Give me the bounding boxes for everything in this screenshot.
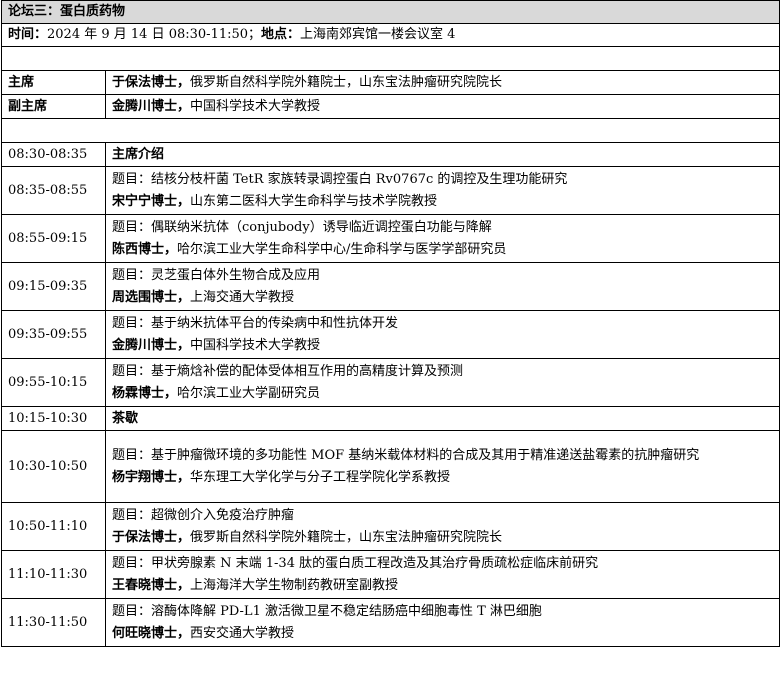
speaker-affiliation: 俄罗斯自然科学院外籍院士，山东宝法肿瘤研究院院长	[190, 529, 503, 545]
schedule-row: 10:30-10:50 题目：基于肿瘤微环境的多功能性 MOF 基纳米载体材料的…	[1, 430, 780, 503]
speaker-affiliation: 华东理工大学化学与分子工程学院化学系教授	[190, 469, 451, 485]
schedule-row: 10:15-10:30 茶歇	[1, 406, 780, 431]
speaker-affiliation: 山东第二医科大学生命科学与技术学院教授	[190, 193, 438, 209]
slot-time: 09:55-10:15	[1, 358, 106, 407]
speaker-name: 王春晓博士，	[112, 577, 191, 593]
talk-topic: 题目：灵芝蛋白体外生物合成及应用	[112, 267, 321, 283]
speaker-affiliation: 哈尔滨工业大学副研究员	[177, 385, 321, 401]
chair-desc: 俄罗斯自然科学院外籍院士，山东宝法肿瘤研究院院长	[190, 74, 503, 90]
speaker-affiliation: 哈尔滨工业大学生命科学中心/生命科学与医学学部研究员	[177, 241, 507, 257]
time-label: 时间：	[8, 27, 48, 42]
schedule-row: 08:55-09:15 题目：偶联纳米抗体（conjubody）诱导临近调控蛋白…	[1, 214, 780, 263]
talk-topic: 题目：结核分枝杆菌 TetR 家族转录调控蛋白 Rv0767c 的调控及生理功能…	[112, 171, 568, 187]
talk-topic: 题目：基于熵焓补偿的配体受体相互作用的高精度计算及预测	[112, 363, 464, 379]
slot-time: 10:50-11:10	[1, 502, 106, 551]
talk-topic: 题目：基于纳米抗体平台的传染病中和性抗体开发	[112, 315, 399, 331]
slot-time: 10:15-10:30	[1, 406, 106, 431]
schedule-row: 08:35-08:55 题目：结核分枝杆菌 TetR 家族转录调控蛋白 Rv07…	[1, 166, 780, 215]
chair-label: 主席	[1, 70, 106, 95]
schedule-row: 11:30-11:50 题目：溶酶体降解 PD-L1 激活微卫星不稳定结肠癌中细…	[1, 598, 780, 647]
slot-content: 题目：基于熵焓补偿的配体受体相互作用的高精度计算及预测 杨霖博士，哈尔滨工业大学副…	[105, 358, 780, 407]
talk-topic: 题目：超微创介入免疫治疗肿瘤	[112, 507, 295, 523]
chair-row: 主席 于保法博士，俄罗斯自然科学院外籍院士，山东宝法肿瘤研究院院长	[1, 70, 780, 95]
spacer-row	[1, 46, 780, 71]
talk-topic: 题目：基于肿瘤微环境的多功能性 MOF 基纳米载体材料的合成及其用于精准递送盐霉…	[112, 447, 700, 463]
location-value: 上海南郊宾馆一楼会议室 4	[300, 27, 456, 42]
schedule-row: 08:30-08:35 主席介绍	[1, 142, 780, 167]
speaker-affiliation: 西安交通大学教授	[190, 625, 295, 641]
slot-content: 题目：偶联纳米抗体（conjubody）诱导临近调控蛋白功能与降解 陈西博士，哈尔…	[105, 214, 780, 263]
vice-chair-name: 金腾川博士，	[112, 98, 191, 114]
slot-content: 题目：灵芝蛋白体外生物合成及应用 周选围博士，上海交通大学教授	[105, 262, 780, 311]
slot-time: 08:30-08:35	[1, 142, 106, 167]
vice-chair-desc: 中国科学技术大学教授	[190, 98, 321, 114]
speaker-affiliation: 上海海洋大学生物制药教研室副教授	[190, 577, 399, 593]
slot-time: 10:30-10:50	[1, 430, 106, 503]
slot-content: 题目：基于肿瘤微环境的多功能性 MOF 基纳米载体材料的合成及其用于精准递送盐霉…	[105, 430, 780, 503]
talk-topic: 题目：溶酶体降解 PD-L1 激活微卫星不稳定结肠癌中细胞毒性 T 淋巴细胞	[112, 603, 542, 619]
schedule-row: 09:15-09:35 题目：灵芝蛋白体外生物合成及应用 周选围博士，上海交通大学…	[1, 262, 780, 311]
slot-time: 08:35-08:55	[1, 166, 106, 215]
slot-content: 题目：结核分枝杆菌 TetR 家族转录调控蛋白 Rv0767c 的调控及生理功能…	[105, 166, 780, 215]
time-value: 2024 年 9 月 14 日 08:30-11:50；	[47, 27, 262, 42]
talk-topic: 题目：偶联纳米抗体（conjubody）诱导临近调控蛋白功能与降解	[112, 219, 492, 235]
speaker-name: 周选围博士，	[112, 289, 191, 305]
speaker-name: 于保法博士，	[112, 529, 191, 545]
slot-time: 11:10-11:30	[1, 550, 106, 599]
vice-chair-info: 金腾川博士，中国科学技术大学教授	[105, 94, 780, 119]
speaker-name: 何旺晓博士，	[112, 625, 191, 641]
speaker-affiliation: 中国科学技术大学教授	[190, 337, 321, 353]
forum-title: 论坛三：蛋白质药物	[1, 0, 780, 24]
slot-content: 题目：溶酶体降解 PD-L1 激活微卫星不稳定结肠癌中细胞毒性 T 淋巴细胞 何旺…	[105, 598, 780, 647]
time-location-row: 时间：2024 年 9 月 14 日 08:30-11:50；地点：上海南郊宾馆…	[1, 23, 780, 47]
slot-content: 题目：甲状旁腺素 N 末端 1-34 肽的蛋白质工程改造及其治疗骨质疏松症临床前…	[105, 550, 780, 599]
speaker-name: 金腾川博士，	[112, 337, 191, 353]
slot-time: 11:30-11:50	[1, 598, 106, 647]
slot-content: 题目：基于纳米抗体平台的传染病中和性抗体开发 金腾川博士，中国科学技术大学教授	[105, 310, 780, 359]
slot-title: 主席介绍	[105, 142, 780, 167]
slot-time: 09:15-09:35	[1, 262, 106, 311]
slot-title: 茶歇	[105, 406, 780, 431]
spacer-row	[1, 118, 780, 143]
location-label: 地点：	[261, 27, 301, 42]
time-location: 时间：2024 年 9 月 14 日 08:30-11:50；地点：上海南郊宾馆…	[1, 23, 780, 47]
talk-topic: 题目：甲状旁腺素 N 末端 1-34 肽的蛋白质工程改造及其治疗骨质疏松症临床前…	[112, 555, 599, 571]
schedule-row: 09:35-09:55 题目：基于纳米抗体平台的传染病中和性抗体开发 金腾川博士，…	[1, 310, 780, 359]
chair-name: 于保法博士，	[112, 74, 191, 90]
agenda-table: 论坛三：蛋白质药物 时间：2024 年 9 月 14 日 08:30-11:50…	[1, 0, 780, 647]
forum-header-row: 论坛三：蛋白质药物	[1, 0, 780, 24]
slot-time: 09:35-09:55	[1, 310, 106, 359]
speaker-name: 陈西博士，	[112, 241, 178, 257]
slot-time: 08:55-09:15	[1, 214, 106, 263]
schedule-row: 11:10-11:30 题目：甲状旁腺素 N 末端 1-34 肽的蛋白质工程改造…	[1, 550, 780, 599]
speaker-affiliation: 上海交通大学教授	[190, 289, 295, 305]
speaker-name: 宋宁宁博士，	[112, 193, 191, 209]
slot-content: 题目：超微创介入免疫治疗肿瘤 于保法博士，俄罗斯自然科学院外籍院士，山东宝法肿瘤研…	[105, 502, 780, 551]
vice-chair-row: 副主席 金腾川博士，中国科学技术大学教授	[1, 94, 780, 119]
schedule-row: 09:55-10:15 题目：基于熵焓补偿的配体受体相互作用的高精度计算及预测杨…	[1, 358, 780, 407]
speaker-name: 杨宇翔博士，	[112, 469, 191, 485]
vice-chair-label: 副主席	[1, 94, 106, 119]
speaker-name: 杨霖博士，	[112, 385, 178, 401]
chair-info: 于保法博士，俄罗斯自然科学院外籍院士，山东宝法肿瘤研究院院长	[105, 70, 780, 95]
schedule-row: 10:50-11:10 题目：超微创介入免疫治疗肿瘤 于保法博士，俄罗斯自然科学院…	[1, 502, 780, 551]
